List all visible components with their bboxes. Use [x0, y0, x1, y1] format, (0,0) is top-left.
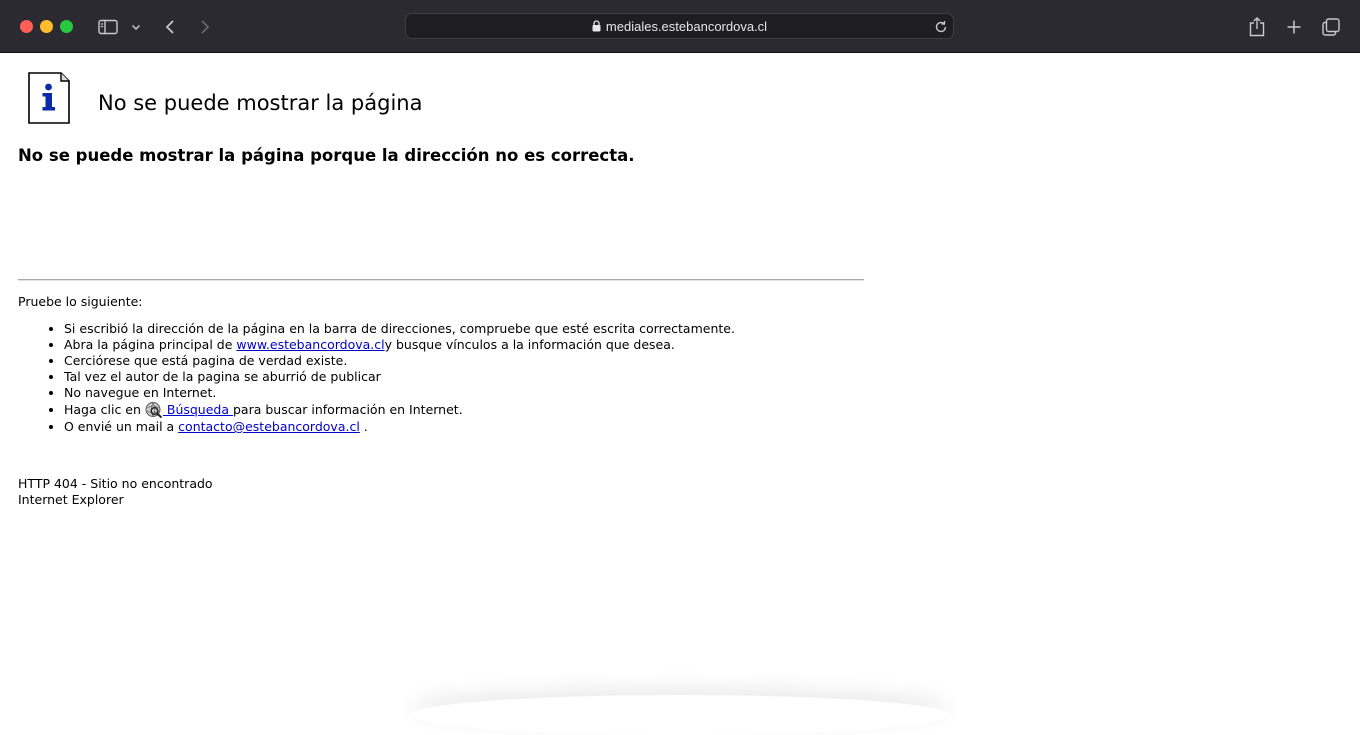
bottom-shadow — [410, 695, 950, 735]
share-button[interactable] — [1248, 16, 1266, 38]
share-icon — [1249, 17, 1265, 37]
chevron-left-icon — [165, 20, 174, 34]
lock-icon — [592, 15, 601, 40]
chevron-down-icon — [131, 24, 141, 30]
minimize-window-button[interactable] — [40, 20, 53, 33]
plus-icon — [1287, 20, 1301, 34]
homepage-link[interactable]: www.estebancordova.cl — [236, 337, 384, 352]
list-item: Tal vez el autor de la pagina se aburrió… — [64, 369, 735, 385]
suggestions-label: Pruebe lo siguiente: — [18, 294, 143, 309]
browser-toolbar: mediales.estebancordova.cl — [0, 0, 1360, 53]
sidebar-toggle-button[interactable] — [97, 16, 119, 38]
list-item: Abra la página principal de www.estebanc… — [64, 337, 735, 353]
reload-icon — [935, 20, 947, 33]
back-button[interactable] — [162, 16, 178, 38]
page-title: No se puede mostrar la página — [98, 91, 423, 115]
search-link[interactable]: Búsqueda — [163, 402, 233, 417]
chevron-right-icon — [201, 20, 210, 34]
sidebar-icon — [98, 19, 118, 35]
error-description: No se puede mostrar la página porque la … — [18, 146, 635, 165]
tab-overview-button[interactable] — [1321, 16, 1341, 38]
address-bar[interactable]: mediales.estebancordova.cl — [405, 13, 954, 39]
tabs-overview-icon — [1322, 18, 1340, 36]
list-item: Cerciórese que está pagina de verdad exi… — [64, 353, 735, 369]
info-document-icon — [28, 72, 70, 124]
close-window-button[interactable] — [20, 20, 33, 33]
browser-name: Internet Explorer — [18, 492, 124, 507]
contact-email-link[interactable]: contacto@estebancordova.cl — [178, 419, 360, 434]
new-tab-button[interactable] — [1285, 16, 1303, 38]
tab-group-menu-button[interactable] — [130, 16, 142, 38]
suggestions-list: Si escribió la dirección de la página en… — [18, 321, 735, 435]
divider — [18, 279, 864, 281]
forward-button[interactable] — [197, 16, 213, 38]
list-item: Haga clic en Búsqueda para buscar inform… — [64, 401, 735, 419]
http-error-code: HTTP 404 - Sitio no encontrado — [18, 476, 213, 491]
error-page: No se puede mostrar la página No se pued… — [0, 54, 1360, 710]
reload-button[interactable] — [934, 19, 948, 38]
maximize-window-button[interactable] — [60, 20, 73, 33]
list-item: Si escribió la dirección de la página en… — [64, 321, 735, 337]
address-bar-text: mediales.estebancordova.cl — [406, 14, 953, 40]
list-item: No navegue en Internet. — [64, 385, 735, 401]
url-label: mediales.estebancordova.cl — [605, 19, 768, 34]
list-item: O envié un mail a contacto@estebancordov… — [64, 419, 735, 435]
search-icon — [145, 402, 163, 419]
